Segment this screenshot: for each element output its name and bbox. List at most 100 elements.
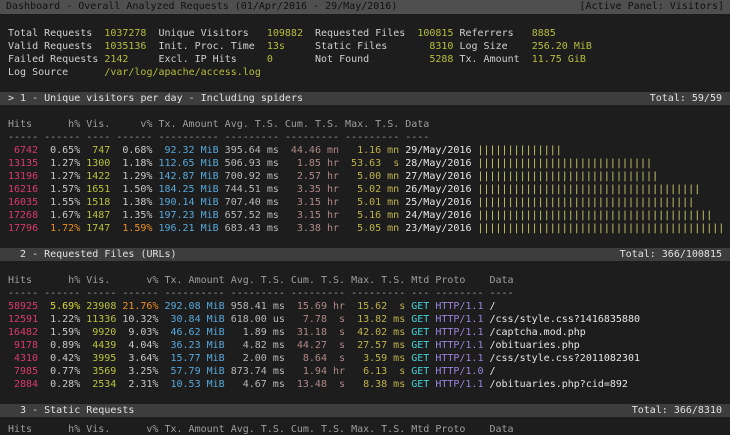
table-row[interactable]: 43100.42%39953.64%15.77 MiB2.00 ms8.64 s… bbox=[0, 352, 730, 365]
summary-label: Requested Files bbox=[315, 27, 411, 40]
summary-value: 5288 bbox=[417, 53, 453, 66]
hits: 16216 bbox=[8, 183, 38, 196]
visitors-percent: 1.38% bbox=[116, 196, 152, 209]
tx-amount: 184.25 MiB bbox=[158, 183, 218, 196]
avg-time-served: 2.00 ms bbox=[231, 352, 285, 365]
column-rule: --------- bbox=[351, 287, 405, 300]
panel-header-static-requests[interactable]: 3 - Static RequestsTotal: 366/8310 bbox=[0, 404, 730, 417]
summary-value: 1037278 bbox=[104, 27, 152, 40]
max-time-served: 5.16 mn bbox=[345, 209, 399, 222]
column-rule: ---- bbox=[489, 287, 513, 300]
column-header-max-time-served: Max. T.S. bbox=[345, 118, 399, 131]
spacer bbox=[0, 391, 730, 404]
column-header-http-method: Mtd bbox=[411, 274, 429, 287]
http-method: GET bbox=[411, 365, 429, 378]
column-header-hits: Hits bbox=[8, 423, 38, 435]
max-time-served: 27.57 ms bbox=[351, 339, 405, 352]
table-row[interactable]: 131351.27%13001.18%112.65 MiB506.93 ms1.… bbox=[0, 157, 730, 170]
hits-percent: 1.67% bbox=[44, 209, 80, 222]
summary-label: Total Requests bbox=[8, 27, 98, 40]
visitors-percent: 1.50% bbox=[116, 183, 152, 196]
table-row[interactable]: 160351.55%15181.38%190.14 MiB707.40 ms3.… bbox=[0, 196, 730, 209]
summary-value: 109882 bbox=[267, 27, 309, 40]
column-rule: ---- bbox=[405, 131, 471, 144]
hits-percent: 0.89% bbox=[44, 339, 80, 352]
title-bar: Dashboard - Overall Analyzed Requests (0… bbox=[0, 0, 730, 14]
column-header-tx-amount: Tx. Amount bbox=[164, 423, 224, 435]
http-method: GET bbox=[411, 352, 429, 365]
column-header-max-time-served: Max. T.S. bbox=[351, 274, 405, 287]
column-header-hits-percent: h% bbox=[44, 423, 80, 435]
table-row[interactable]: 131961.27%14221.29%142.87 MiB700.92 ms2.… bbox=[0, 170, 730, 183]
column-rule: --------- bbox=[231, 287, 285, 300]
avg-time-served: 683.43 ms bbox=[225, 222, 279, 235]
table-row[interactable]: 125911.22%1133610.32%30.84 MiB618.00 us7… bbox=[0, 313, 730, 326]
max-time-served: 5.00 mn bbox=[345, 170, 399, 183]
request-url: / bbox=[489, 365, 495, 378]
visitors: 2534 bbox=[86, 378, 116, 391]
table-row[interactable]: 589255.69%2390821.76%292.08 MiB958.41 ms… bbox=[0, 300, 730, 313]
http-protocol: HTTP/1.1 bbox=[435, 352, 483, 365]
goaccess-dashboard: Dashboard - Overall Analyzed Requests (0… bbox=[0, 0, 730, 435]
summary-value: 100815 bbox=[417, 27, 453, 40]
column-header-tx-amount: Tx. Amount bbox=[164, 274, 224, 287]
hits: 58925 bbox=[8, 300, 38, 313]
visitors-percent: 9.03% bbox=[122, 326, 158, 339]
spacer bbox=[0, 261, 730, 274]
bar-chart: ||||||||||||||||||||||||||||||||||||| bbox=[477, 183, 700, 196]
table-row[interactable]: 172681.67%14871.35%197.23 MiB657.52 ms3.… bbox=[0, 209, 730, 222]
cum-time-served: 3.38 hr bbox=[285, 222, 339, 235]
cum-time-served: 44.27 s bbox=[291, 339, 345, 352]
visitors: 1651 bbox=[86, 183, 110, 196]
visitors: 1422 bbox=[86, 170, 110, 183]
column-rule: ----- bbox=[86, 287, 116, 300]
visitors-percent: 21.76% bbox=[122, 300, 158, 313]
column-header-hits-percent: h% bbox=[44, 274, 80, 287]
http-protocol: HTTP/1.1 bbox=[435, 339, 483, 352]
visitors: 1300 bbox=[86, 157, 110, 170]
summary-label: Log Size bbox=[459, 40, 525, 53]
summary-label: Referrers bbox=[459, 27, 525, 40]
http-method: GET bbox=[411, 300, 429, 313]
bar-chart: |||||||||||||||||||||||||||||| bbox=[477, 170, 658, 183]
table-row[interactable]: 164821.59%99209.03%46.62 MiB1.89 ms31.18… bbox=[0, 326, 730, 339]
http-method: GET bbox=[411, 326, 429, 339]
avg-time-served: 700.92 ms bbox=[225, 170, 279, 183]
hits: 17268 bbox=[8, 209, 38, 222]
bar-chart: |||||||||||||||||||||||||||||||||||| bbox=[477, 196, 694, 209]
column-rule: ---------- bbox=[158, 131, 218, 144]
summary-value: 13s bbox=[267, 40, 309, 53]
table-row[interactable]: 67420.65%7470.68%92.32 MiB395.64 ms44.46… bbox=[0, 144, 730, 157]
avg-time-served: 618.00 us bbox=[231, 313, 285, 326]
summary-label: Tx. Amount bbox=[459, 53, 525, 66]
visitors-percent: 1.18% bbox=[116, 157, 152, 170]
hits: 2884 bbox=[8, 378, 38, 391]
tx-amount: 196.21 MiB bbox=[158, 222, 218, 235]
cum-time-served: 1.94 hr bbox=[291, 365, 345, 378]
panel-title-text: 1 - Unique visitors per day - Including … bbox=[20, 93, 303, 104]
panel-header-visitors[interactable]: >1 - Unique visitors per day - Including… bbox=[0, 92, 730, 105]
table-row[interactable]: 28840.28%25342.31%10.53 MiB4.67 ms13.48 … bbox=[0, 378, 730, 391]
table-row[interactable]: 91780.89%44394.04%36.23 MiB4.82 ms44.27 … bbox=[0, 339, 730, 352]
table-row[interactable]: 177961.72%17471.59%196.21 MiB683.43 ms3.… bbox=[0, 222, 730, 235]
avg-time-served: 873.74 ms bbox=[231, 365, 285, 378]
avg-time-served: 744.51 ms bbox=[225, 183, 279, 196]
summary-label: Unique Visitors bbox=[158, 27, 260, 40]
spacer bbox=[0, 235, 730, 248]
tx-amount: 10.53 MiB bbox=[164, 378, 224, 391]
hits: 7985 bbox=[8, 365, 38, 378]
panel-title: 3 - Static Requests bbox=[8, 404, 134, 417]
visitors-percent: 1.59% bbox=[116, 222, 152, 235]
spacer bbox=[0, 14, 730, 27]
date: 23/May/2016 bbox=[405, 222, 471, 235]
column-header-request-url: Data bbox=[489, 423, 513, 435]
panel-header-requested-files[interactable]: 2 - Requested Files (URLs)Total: 366/100… bbox=[0, 248, 730, 261]
tx-amount: 190.14 MiB bbox=[158, 196, 218, 209]
cum-time-served: 3.15 hr bbox=[285, 196, 339, 209]
summary-value: 8310 bbox=[417, 40, 453, 53]
table-row[interactable]: 79850.77%35693.25%57.79 MiB873.74 ms1.94… bbox=[0, 365, 730, 378]
table-row[interactable]: 162161.57%16511.50%184.25 MiB744.51 ms3.… bbox=[0, 183, 730, 196]
http-protocol: HTTP/1.1 bbox=[435, 326, 483, 339]
visitors: 1518 bbox=[86, 196, 110, 209]
avg-time-served: 1.89 ms bbox=[231, 326, 285, 339]
